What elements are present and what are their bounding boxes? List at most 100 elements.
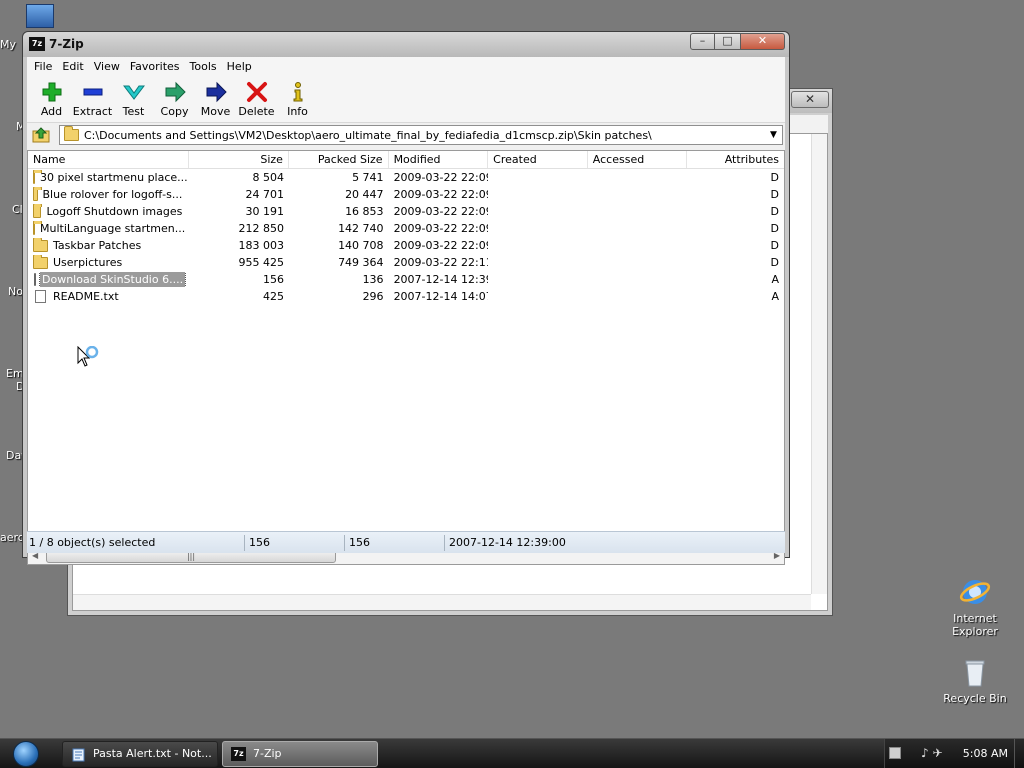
keyboard-icon[interactable] [889, 747, 901, 759]
file-name: README.txt [53, 290, 119, 303]
7zip-app-icon: 7z [29, 37, 45, 51]
maximize-button[interactable]: □ [715, 33, 741, 50]
cell-name: README.txt [28, 289, 189, 304]
cell-attr: D [770, 256, 780, 269]
menu-edit[interactable]: Edit [57, 57, 88, 76]
menu-favorites[interactable]: Favorites [125, 57, 185, 76]
cell-packed: 16 853 [345, 205, 384, 218]
file-name: Taskbar Patches [53, 239, 142, 252]
menu-file[interactable]: File [29, 57, 57, 76]
delete-button[interactable]: Delete [236, 76, 277, 122]
table-row[interactable]: Taskbar Patches 183 003 140 708 2009-03-22 … [28, 237, 784, 254]
cell-size: 24 701 [245, 188, 284, 201]
cell-name: Taskbar Patches [28, 238, 189, 253]
close-button[interactable]: ✕ [741, 33, 785, 50]
folder-icon [33, 221, 42, 235]
address-row: C:\Documents and Settings\VM2\Desktop\ae… [27, 123, 785, 147]
table-row[interactable]: Userpictures 955 425 749 364 2009-03-22 22:… [28, 254, 784, 271]
status-size: 156 [245, 534, 345, 551]
table-row[interactable]: Blue rolover for logoff-s... 24 701 20 447… [28, 186, 784, 203]
desktop-label: My [0, 38, 17, 51]
file-name: Blue rolover for logoff-s... [42, 188, 183, 201]
cell-modified: 2009-03-22 22:09 [393, 205, 489, 218]
table-row[interactable]: Logoff Shutdown images 30 191 16 853 2009-0… [28, 203, 784, 220]
background-window-vscroll[interactable] [811, 134, 827, 594]
cell-attr: A [771, 290, 780, 303]
cell-packed: 749 364 [338, 256, 384, 269]
internet-explorer-desktop-icon[interactable]: Internet Explorer [940, 576, 1010, 638]
info-button[interactable]: Info [277, 76, 318, 122]
extract-button[interactable]: Extract [72, 76, 113, 122]
file-list[interactable]: Name Size Packed Size Modified Created A… [27, 150, 785, 565]
cell-modified: 2009-03-22 22:09 [393, 188, 489, 201]
test-button[interactable]: Test [113, 76, 154, 122]
taskbar-item-label: 7-Zip [253, 747, 282, 760]
address-bar[interactable]: C:\Documents and Settings\VM2\Desktop\ae… [59, 125, 783, 145]
delete-label: Delete [238, 105, 275, 118]
table-row[interactable]: README.txt 425 296 2007-12-14 14:07 A [28, 288, 784, 305]
taskbar-item-7zip[interactable]: 7z 7-Zip [222, 741, 378, 767]
cell-modified: 2007-12-14 14:07 [393, 290, 489, 303]
taskbar-item-notepad[interactable]: Pasta Alert.txt - Not... [62, 741, 218, 767]
column-attributes[interactable]: Attributes [687, 151, 784, 168]
show-desktop-button[interactable] [1014, 739, 1024, 768]
busy-cursor-icon [77, 345, 103, 373]
my-computer-icon[interactable] [26, 4, 54, 28]
background-window-hscroll[interactable] [73, 594, 811, 610]
copy-arrow-icon [154, 80, 195, 104]
column-created[interactable]: Created [488, 151, 588, 168]
up-folder-button[interactable] [29, 125, 53, 145]
internet-explorer-icon [959, 576, 991, 608]
notepad-icon [71, 747, 86, 762]
7zip-window[interactable]: 7z 7-Zip – □ ✕ File Edit View Favorites … [22, 31, 790, 565]
cell-attr: D [770, 205, 780, 218]
info-icon [277, 80, 318, 104]
menubar: File Edit View Favorites Tools Help [27, 57, 785, 76]
menu-help[interactable]: Help [222, 57, 257, 76]
file-name: 30 pixel startmenu place... [40, 171, 188, 184]
cell-packed: 136 [362, 273, 384, 286]
cell-attr: D [770, 222, 780, 235]
file-name: MultiLanguage startmen... [40, 222, 186, 235]
column-size[interactable]: Size [189, 151, 289, 168]
minus-icon [72, 80, 113, 104]
text-file-icon [35, 290, 46, 303]
cell-packed: 140 708 [338, 239, 384, 252]
menu-tools[interactable]: Tools [185, 57, 222, 76]
desktop-label: No [8, 285, 23, 298]
folder-icon [33, 170, 42, 184]
start-button[interactable] [6, 740, 46, 768]
tray-icons[interactable]: ♪ ✈ [921, 746, 943, 760]
table-row[interactable]: Download SkinStudio 6.... 156 136 2007-12-1… [28, 271, 784, 288]
add-label: Add [40, 105, 63, 118]
add-button[interactable]: Add [31, 76, 72, 122]
info-label: Info [287, 105, 308, 118]
ie-label-2: Explorer [952, 625, 998, 638]
cell-packed: 5 741 [352, 171, 384, 184]
table-row[interactable]: MultiLanguage startmen... 212 850 142 740 2… [28, 220, 784, 237]
menu-view[interactable]: View [89, 57, 125, 76]
status-packed: 156 [345, 534, 445, 551]
titlebar[interactable]: 7z 7-Zip – □ ✕ [23, 32, 789, 57]
check-down-icon [113, 80, 154, 104]
column-name[interactable]: Name [28, 151, 190, 168]
table-row[interactable]: 30 pixel startmenu place... 8 504 5 741 200… [28, 169, 784, 186]
column-accessed[interactable]: Accessed [588, 151, 688, 168]
recycle-bin-desktop-icon[interactable]: Recycle Bin [940, 656, 1010, 705]
folder-icon [33, 238, 48, 252]
cell-modified: 2009-03-22 22:09 [393, 239, 489, 252]
desktop-label: aero [0, 531, 25, 544]
clock[interactable]: 5:08 AM [963, 747, 1008, 760]
file-name: Userpictures [53, 256, 123, 269]
cell-size: 212 850 [238, 222, 284, 235]
background-window-close-button[interactable]: ✕ [791, 91, 829, 108]
move-button[interactable]: Move [195, 76, 236, 122]
minimize-button[interactable]: – [690, 33, 715, 50]
address-dropdown-button[interactable]: ▼ [765, 126, 782, 144]
recycle-bin-icon [959, 656, 991, 688]
cell-size: 156 [262, 273, 284, 286]
copy-button[interactable]: Copy [154, 76, 195, 122]
move-arrow-icon [195, 80, 236, 104]
column-modified[interactable]: Modified [389, 151, 489, 168]
column-packed-size[interactable]: Packed Size [289, 151, 389, 168]
